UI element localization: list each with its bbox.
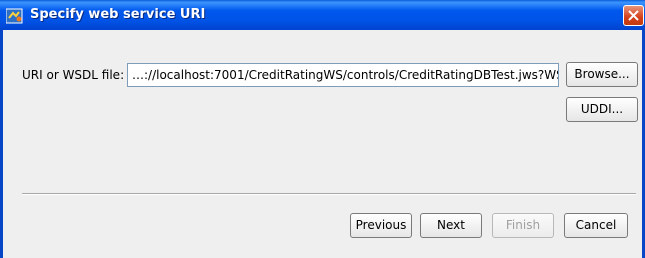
java-app-icon xyxy=(5,8,24,24)
cancel-button[interactable]: Cancel xyxy=(564,213,628,238)
browse-button[interactable]: Browse... xyxy=(566,62,638,87)
title-bar[interactable]: Specify web service URI xyxy=(0,0,645,30)
close-button[interactable] xyxy=(623,5,644,26)
uri-input[interactable]: …://localhost:7001/CreditRatingWS/contro… xyxy=(127,63,559,87)
dialog-window: Specify web service URI URI or WSDL file… xyxy=(0,0,645,258)
window-border-left xyxy=(0,30,3,258)
finish-button[interactable]: Finish xyxy=(492,213,554,238)
footer-separator xyxy=(22,193,636,195)
uddi-button[interactable]: UDDI... xyxy=(566,97,638,122)
window-title: Specify web service URI xyxy=(30,7,206,22)
uri-label: URI or WSDL file: xyxy=(22,68,125,82)
close-icon xyxy=(628,10,639,21)
next-button[interactable]: Next xyxy=(420,213,482,238)
previous-button[interactable]: Previous xyxy=(350,213,412,238)
